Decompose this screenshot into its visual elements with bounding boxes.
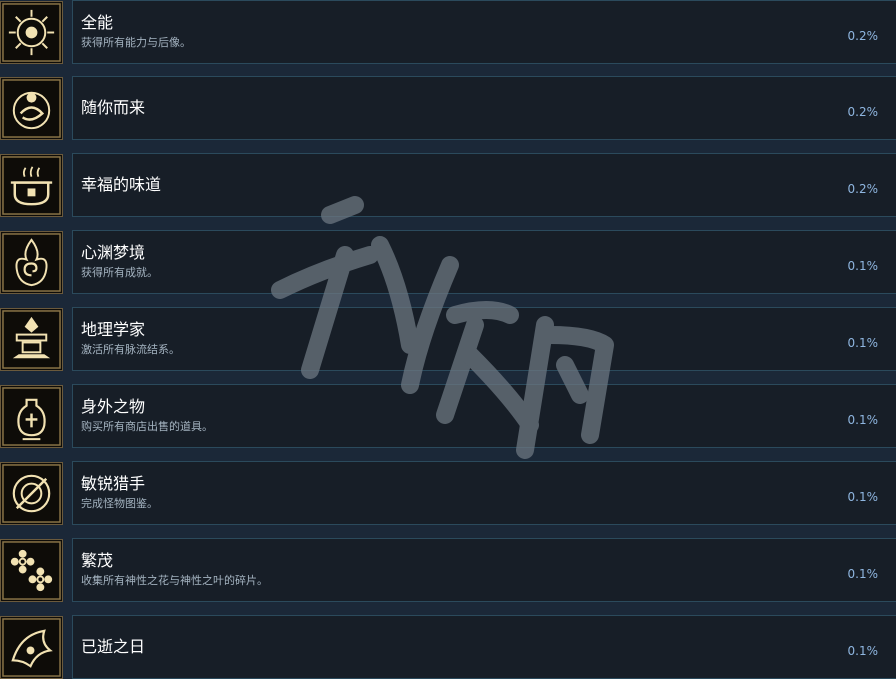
achievement-card: 繁茂 收集所有神性之花与神性之叶的碎片。 0.1%: [72, 538, 896, 602]
achievement-card: 敏锐猎手 完成怪物图鉴。 0.1%: [72, 461, 896, 525]
achievement-title: 心渊梦境: [81, 243, 146, 262]
unlock-percent: 0.1%: [847, 490, 879, 504]
achievement-card: 全能 获得所有能力与后像。 0.2%: [72, 0, 896, 64]
achievement-title: 全能: [81, 13, 114, 32]
sun-emblem-icon: [0, 1, 63, 64]
achievement-desc: 获得所有成就。: [81, 266, 158, 279]
achievement-card: 心渊梦境 获得所有成就。 0.1%: [72, 230, 896, 294]
cooking-pot-icon: [0, 154, 63, 217]
achievement-title: 地理学家: [81, 320, 146, 339]
achievement-row[interactable]: 繁茂 收集所有神性之花与神性之叶的碎片。 0.1%: [0, 538, 896, 602]
unlock-percent: 0.2%: [847, 29, 879, 43]
unlock-percent: 0.2%: [847, 182, 879, 196]
achievement-card: 随你而来 0.2%: [72, 76, 896, 140]
achievement-row[interactable]: 地理学家 激活所有脉流结系。 0.1%: [0, 307, 896, 371]
achievement-row[interactable]: 心渊梦境 获得所有成就。 0.1%: [0, 230, 896, 294]
geography-altar-icon: [0, 308, 63, 371]
flame-spiral-icon: [0, 231, 63, 294]
flower-cluster-icon: [0, 539, 63, 602]
unlock-percent: 0.1%: [847, 336, 879, 350]
unlock-percent: 0.1%: [847, 259, 879, 273]
achievement-row[interactable]: 全能 获得所有能力与后像。 0.2%: [0, 0, 896, 64]
achievement-card: 身外之物 购买所有商店出售的道具。 0.1%: [72, 384, 896, 448]
achievement-card: 地理学家 激活所有脉流结系。 0.1%: [72, 307, 896, 371]
unlock-percent: 0.1%: [847, 644, 879, 658]
achievement-row[interactable]: 随你而来 0.2%: [0, 76, 896, 140]
achievement-title: 随你而来: [81, 98, 146, 117]
achievement-title: 已逝之日: [81, 637, 146, 656]
achievement-title: 繁茂: [81, 551, 114, 570]
achievement-row[interactable]: 身外之物 购买所有商店出售的道具。 0.1%: [0, 384, 896, 448]
achievement-title: 身外之物: [81, 397, 146, 416]
achievement-desc: 完成怪物图鉴。: [81, 497, 158, 510]
achievement-desc: 获得所有能力与后像。: [81, 36, 191, 49]
fading-day-icon: [0, 616, 63, 679]
achievement-card: 已逝之日 0.1%: [72, 615, 896, 679]
achievement-title: 幸福的味道: [81, 175, 162, 194]
unlock-percent: 0.1%: [847, 567, 879, 581]
achievement-row[interactable]: 敏锐猎手 完成怪物图鉴。 0.1%: [0, 461, 896, 525]
spirit-swirl-icon: [0, 77, 63, 140]
achievement-card: 幸福的味道 0.2%: [72, 153, 896, 217]
achievement-desc: 激活所有脉流结系。: [81, 343, 180, 356]
achievement-desc: 购买所有商店出售的道具。: [81, 420, 213, 433]
achievement-row[interactable]: 已逝之日 0.1%: [0, 615, 896, 679]
achievement-title: 敏锐猎手: [81, 474, 146, 493]
unlock-percent: 0.1%: [847, 413, 879, 427]
hunter-shield-icon: [0, 462, 63, 525]
achievement-row[interactable]: 幸福的味道 0.2%: [0, 153, 896, 217]
achievement-desc: 收集所有神性之花与神性之叶的碎片。: [81, 574, 268, 587]
treasure-vase-icon: [0, 385, 63, 448]
unlock-percent: 0.2%: [847, 105, 879, 119]
